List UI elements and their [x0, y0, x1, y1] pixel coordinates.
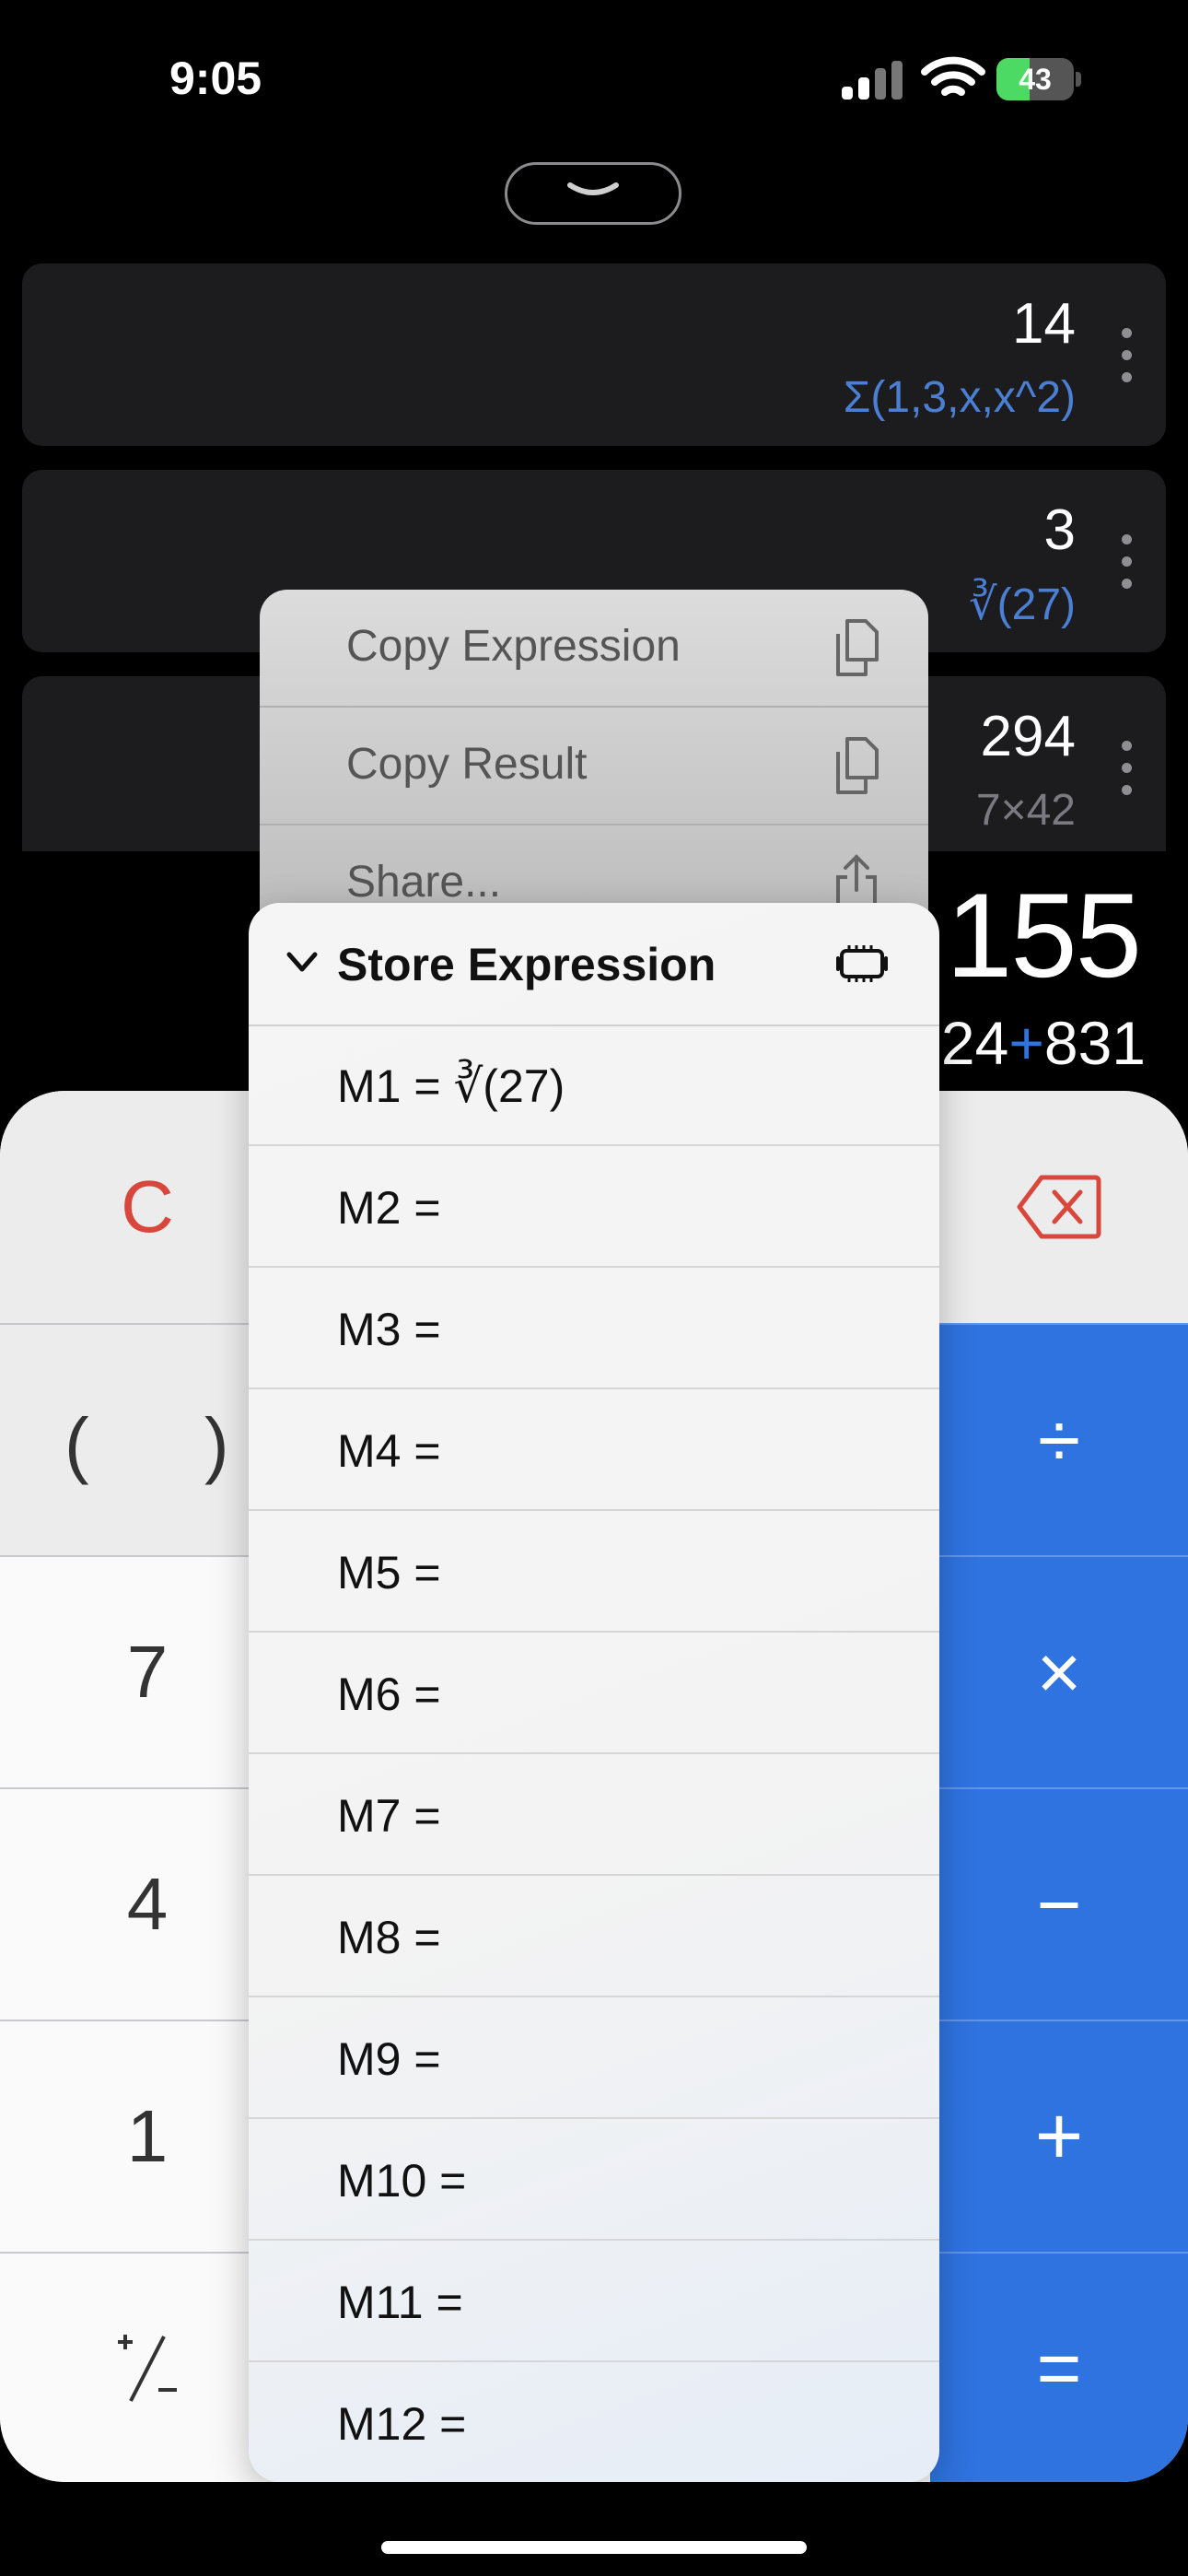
memory-slot-item[interactable]: M3 =	[249, 1268, 939, 1389]
expression-left: 24	[940, 1009, 1009, 1077]
collapse-history-button[interactable]	[505, 162, 681, 225]
paren-open-label: (	[64, 1403, 89, 1485]
memory-slot-item[interactable]: M4 =	[249, 1389, 939, 1511]
backspace-icon	[1017, 1175, 1101, 1239]
copy-icon	[836, 619, 879, 676]
multiply-key[interactable]: ×	[930, 1555, 1188, 1787]
memory-slot-label: M7 =	[337, 1790, 441, 1842]
memory-slot-item[interactable]: M9 =	[249, 1997, 939, 2119]
memory-slot-label: M2 =	[337, 1182, 441, 1234]
memory-slot-label: M8 =	[337, 1912, 441, 1963]
copy-expression-menu-item[interactable]: Copy Expression	[260, 590, 928, 708]
chevron-down-icon	[286, 952, 318, 972]
battery-percent: 43	[1019, 63, 1052, 96]
expression-right: 831	[1043, 1009, 1146, 1077]
memory-slot-item[interactable]: M10 =	[249, 2119, 939, 2241]
memory-slot-label: M5 =	[337, 1547, 441, 1598]
plus-minus-icon	[118, 2335, 177, 2402]
memory-slot-item[interactable]: M8 =	[249, 1876, 939, 1997]
memory-slot-label: M4 =	[337, 1425, 441, 1477]
memory-slot-item[interactable]: M12 =	[249, 2362, 939, 2482]
copy-icon	[836, 737, 879, 794]
history-expression: 7×42	[975, 786, 1076, 835]
menu-item-label: Share...	[346, 858, 502, 907]
store-expression-title: Store Expression	[337, 939, 716, 990]
more-options-icon[interactable]	[1122, 328, 1133, 383]
backspace-button[interactable]	[930, 1091, 1188, 1323]
plus-key[interactable]: +	[930, 2020, 1188, 2252]
chevron-down-icon	[567, 182, 619, 195]
status-time: 9:05	[169, 53, 262, 104]
memory-slot-label: M12 =	[337, 2398, 467, 2450]
minus-key[interactable]: −	[930, 1787, 1188, 2020]
memory-slot-item[interactable]: M6 =	[249, 1633, 939, 1754]
wifi-icon	[921, 56, 985, 96]
divide-key[interactable]: ÷	[930, 1323, 1188, 1555]
cellular-signal-icon	[842, 61, 903, 100]
context-menu: Copy Expression Copy Result Share...	[260, 590, 928, 921]
memory-slot-label: M11 =	[337, 2277, 463, 2328]
more-options-icon[interactable]	[1122, 534, 1133, 590]
memory-slot-item[interactable]: M7 =	[249, 1754, 939, 1876]
store-expression-submenu: Store Expression M1 = ∛(27) M2 = M3 = M4 = M…	[249, 903, 939, 2482]
history-card[interactable]: 14 Σ(1,3,x,x^2)	[22, 263, 1166, 446]
copy-result-menu-item[interactable]: Copy Result	[260, 708, 928, 825]
paren-close-label: )	[204, 1403, 229, 1485]
memory-slot-label: M1 = ∛(27)	[337, 1060, 565, 1112]
memory-slot-item[interactable]: M5 =	[249, 1511, 939, 1633]
current-result: ,155	[914, 868, 1142, 1002]
more-options-icon[interactable]	[1122, 741, 1133, 796]
history-result: 14	[1012, 292, 1076, 356]
history-expression: ∛(27)	[969, 580, 1076, 629]
memory-slot-item[interactable]: M11 =	[249, 2241, 939, 2362]
memory-slot-label: M10 =	[337, 2155, 467, 2207]
memory-slot-label: M9 =	[337, 2033, 441, 2085]
memory-slot-label: M3 =	[337, 1304, 441, 1355]
memory-slot-item[interactable]: M2 =	[249, 1146, 939, 1268]
battery-icon: 43	[996, 58, 1083, 100]
memory-slot-label: M6 =	[337, 1669, 441, 1720]
menu-item-label: Copy Expression	[346, 622, 681, 671]
store-expression-header[interactable]: Store Expression	[249, 903, 939, 1026]
memory-slot-item[interactable]: M1 = ∛(27)	[249, 1025, 939, 1146]
current-expression: 24+831	[941, 1008, 1146, 1078]
memory-chip-icon	[836, 945, 888, 982]
equals-key[interactable]: =	[930, 2252, 1188, 2482]
history-result: 3	[1043, 498, 1076, 562]
expression-operator: +	[1008, 1009, 1044, 1077]
history-result: 294	[980, 705, 1076, 768]
history-expression: Σ(1,3,x,x^2)	[843, 373, 1076, 422]
home-indicator[interactable]	[381, 2541, 807, 2554]
menu-item-label: Copy Result	[346, 740, 588, 789]
